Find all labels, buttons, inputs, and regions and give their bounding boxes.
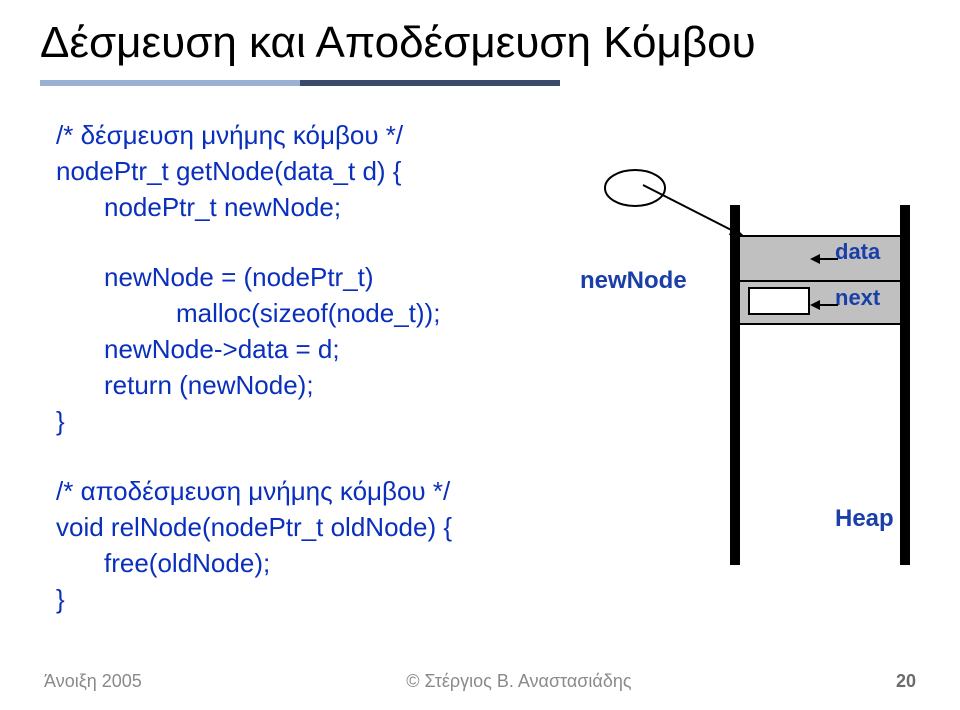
slide-footer: Άνοιξη 2005 © Στέργιος Β. Αναστασιάδης 2… [0, 671, 960, 692]
title-underline [40, 80, 560, 86]
next-field-label: next [835, 285, 880, 311]
code-fn-relNode: void relNode(nodePtr_t oldNode) { [56, 510, 452, 545]
next-field-box [748, 287, 810, 315]
code-comment-alloc: /* δέσμευση μνήμης κόμβου */ [56, 118, 403, 153]
arrow-next-icon [810, 298, 840, 312]
heap-label: Heap [835, 505, 894, 533]
footer-left: Άνοιξη 2005 [44, 671, 142, 692]
newnode-label: newNode [580, 267, 687, 295]
data-field-label: data [835, 239, 880, 265]
code-close2: } [56, 582, 65, 617]
code-malloc: malloc(sizeof(node_t)); [176, 296, 440, 331]
slide-title: Δέσμευση και Αποδέσμευση Κόμβου [40, 18, 756, 68]
code-set-data: newNode->data = d; [104, 332, 340, 367]
code-decl: nodePtr_t newNode; [104, 190, 341, 225]
code-fn-getNode: nodePtr_t getNode(data_t d) { [56, 154, 401, 189]
code-free-call: free(oldNode); [104, 546, 270, 581]
footer-page-number: 20 [896, 671, 916, 692]
code-return: return (newNode); [104, 368, 314, 403]
code-comment-free: /* αποδέσμευση μνήμης κόμβου */ [56, 474, 450, 509]
arrow-data-icon [810, 252, 840, 266]
code-close1: } [56, 404, 65, 439]
code-assign-cast: newNode = (nodePtr_t) [104, 260, 374, 295]
footer-center: © Στέργιος Β. Αναστασιάδης [406, 671, 631, 692]
